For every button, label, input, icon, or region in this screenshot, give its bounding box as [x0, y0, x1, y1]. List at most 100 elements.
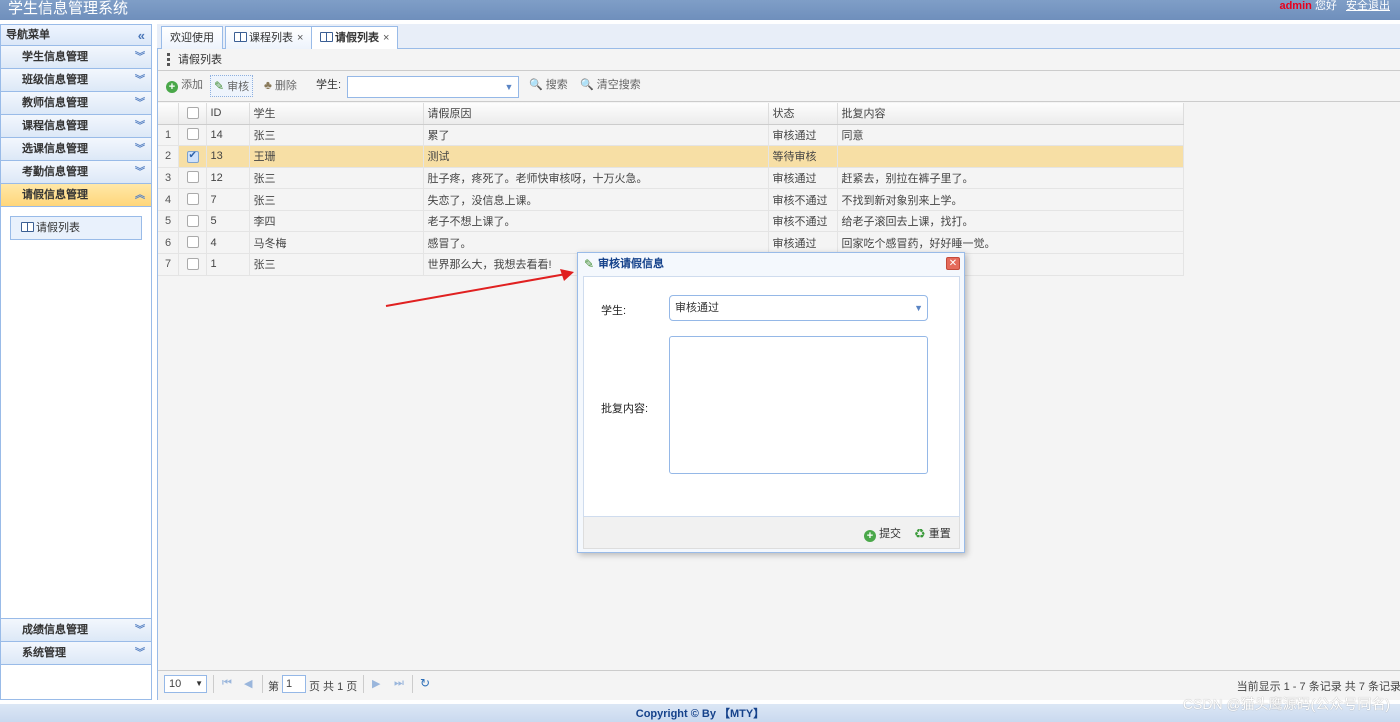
row-checkbox[interactable] — [178, 253, 207, 276]
separator — [213, 675, 214, 693]
reply-textarea[interactable] — [669, 336, 928, 474]
book-icon — [320, 32, 333, 42]
sidebar: 导航菜单 « 学生信息管理 ︾ 班级信息管理 ︾ 教师信息管理 ︾ 课程信息管理 ︾ 选… — [0, 24, 152, 700]
chevron-down-icon: ︾ — [135, 75, 145, 86]
page-size-select[interactable]: 10 ▼ — [164, 675, 207, 693]
row-checkbox[interactable] — [178, 231, 207, 255]
column-header[interactable]: 状态 — [768, 103, 838, 125]
close-icon[interactable]: × — [297, 32, 303, 44]
select-all-checkbox[interactable] — [178, 103, 207, 125]
delete-button[interactable]: ♣ 删除 — [261, 75, 300, 97]
student-label: 学生: — [601, 305, 627, 317]
cell-student: 马冬梅 — [249, 231, 424, 255]
row-checkbox[interactable] — [178, 145, 207, 168]
sidebar-item-leave[interactable]: 请假信息管理 ︽ — [1, 184, 151, 207]
checkbox-icon — [186, 236, 199, 249]
chevron-down-icon: ︾ — [135, 648, 145, 659]
column-header[interactable]: ID — [206, 103, 250, 125]
copyright-text: Copyright © By 【MTY】 — [635, 708, 765, 720]
clear-search-button[interactable]: 🔍 清空搜索 — [577, 75, 644, 97]
table-row[interactable]: 5 5 李四 老子不想上课了。 审核不通过 给老子滚回去上课，找打。 — [158, 210, 1184, 233]
search-button[interactable]: 🔍 搜索 — [526, 75, 571, 97]
column-header[interactable]: 学生 — [249, 103, 424, 125]
last-page-icon[interactable]: ⏭ — [394, 677, 404, 690]
cell-reply — [837, 145, 1184, 168]
sidebar-item-class[interactable]: 班级信息管理 ︾ — [1, 69, 151, 92]
page-prefix: 第 — [268, 681, 279, 693]
username: admin — [1279, 0, 1312, 12]
audit-dialog: ✎ 审核请假信息 ✕ 学生: 审核通过 ▼ 批复内容: + 提交 ♻ 重置 — [577, 252, 965, 553]
column-header[interactable]: 批复内容 — [837, 103, 1184, 125]
nav-title: 导航菜单 — [6, 29, 50, 41]
book-icon — [234, 32, 247, 42]
tab-label: 课程列表 — [249, 32, 293, 44]
leave-submenu: 请假列表 — [1, 207, 151, 619]
sidebar-item-label: 班级信息管理 — [22, 74, 88, 86]
table-row-selected[interactable]: 2 13 王珊 测试 等待审核 — [158, 145, 1184, 168]
prev-page-icon[interactable]: ◀ — [244, 677, 252, 690]
sidebar-item-course[interactable]: 课程信息管理 ︾ — [1, 115, 151, 138]
sidebar-item-grades[interactable]: 成绩信息管理 ︾ — [1, 619, 151, 642]
table-row[interactable]: 3 12 张三 肚子疼，疼死了。老师快审核呀，十万火急。 审核通过 赶紧去，别拉… — [158, 167, 1184, 190]
chevron-down-icon: ︾ — [135, 625, 145, 636]
table-row[interactable]: 4 7 张三 失恋了，没信息上课。 审核不通过 不找到新对象别来上学。 — [158, 188, 1184, 211]
sidebar-item-label: 教师信息管理 — [22, 97, 88, 109]
tab-course-list[interactable]: 课程列表 × — [225, 26, 313, 49]
logout-link[interactable]: 安全退出 — [1346, 0, 1390, 12]
grid-header-row: ID 学生 请假原因 状态 批复内容 — [158, 103, 1184, 125]
leave-list-label: 请假列表 — [36, 222, 80, 234]
close-icon[interactable]: × — [383, 32, 389, 44]
cell-status: 审核通过 — [768, 124, 838, 147]
reset-button[interactable]: ♻ 重置 — [914, 525, 951, 542]
submit-button[interactable]: + 提交 — [864, 525, 901, 542]
chevron-down-icon: ▼ — [195, 679, 203, 688]
row-checkbox[interactable] — [178, 188, 207, 211]
sidebar-item-teacher[interactable]: 教师信息管理 ︾ — [1, 92, 151, 115]
cell-student: 王珊 — [249, 145, 424, 168]
row-checkbox[interactable] — [178, 124, 207, 147]
table-row[interactable]: 6 4 马冬梅 感冒了。 审核通过 回家吃个感冒药，好好睡一觉。 — [158, 231, 1184, 255]
page-number-input[interactable]: 1 — [282, 675, 306, 693]
record-info: 当前显示 1 - 7 条记录 共 7 条记录 — [1236, 681, 1400, 693]
next-page-icon[interactable]: ▶ — [372, 677, 380, 690]
add-icon: + — [864, 530, 876, 542]
reset-icon: ♻ — [914, 526, 926, 541]
sidebar-item-label: 学生信息管理 — [22, 51, 88, 63]
close-icon[interactable]: ✕ — [946, 257, 960, 270]
table-row[interactable]: 1 14 张三 累了 审核通过 同意 — [158, 124, 1184, 147]
cell-status: 等待审核 — [768, 145, 838, 168]
add-button[interactable]: + 添加 — [163, 75, 206, 97]
leave-list-link[interactable]: 请假列表 — [10, 216, 142, 240]
row-number: 7 — [158, 253, 179, 276]
sidebar-item-selection[interactable]: 选课信息管理 ︾ — [1, 138, 151, 161]
search-icon: 🔍 — [580, 79, 594, 91]
cell-student: 张三 — [249, 167, 424, 190]
tab-leave-list[interactable]: 请假列表 × — [311, 26, 399, 50]
chevron-down-icon: ︾ — [135, 98, 145, 109]
row-number: 3 — [158, 167, 179, 190]
status-select[interactable]: 审核通过 ▼ — [669, 295, 928, 321]
refresh-icon[interactable]: ↻ — [420, 676, 430, 690]
first-page-icon[interactable]: ⏮ — [222, 677, 232, 690]
audit-button[interactable]: ✎ 审核 — [210, 75, 254, 97]
column-header[interactable]: 请假原因 — [423, 103, 769, 125]
sidebar-item-label: 请假信息管理 — [22, 189, 88, 201]
panel-header: 请假列表 — [158, 49, 1400, 71]
chevron-down-icon: ︾ — [135, 167, 145, 178]
collapse-icon[interactable]: « — [138, 25, 145, 46]
row-number: 5 — [158, 210, 179, 233]
tab-welcome[interactable]: 欢迎使用 — [161, 26, 223, 49]
dialog-title: 审核请假信息 — [598, 258, 664, 270]
cell-reason: 感冒了。 — [423, 231, 769, 255]
separator — [412, 675, 413, 693]
cell-id: 4 — [206, 231, 250, 255]
chevron-down-icon: ︾ — [135, 121, 145, 132]
sidebar-item-system[interactable]: 系统管理 ︾ — [1, 642, 151, 665]
sidebar-item-label: 课程信息管理 — [22, 120, 88, 132]
row-checkbox[interactable] — [178, 167, 207, 190]
delete-icon: ♣ — [264, 78, 272, 92]
row-checkbox[interactable] — [178, 210, 207, 233]
student-filter-select[interactable]: ▼ — [347, 76, 519, 98]
sidebar-item-attendance[interactable]: 考勤信息管理 ︾ — [1, 161, 151, 184]
sidebar-item-student[interactable]: 学生信息管理 ︾ — [1, 46, 151, 69]
